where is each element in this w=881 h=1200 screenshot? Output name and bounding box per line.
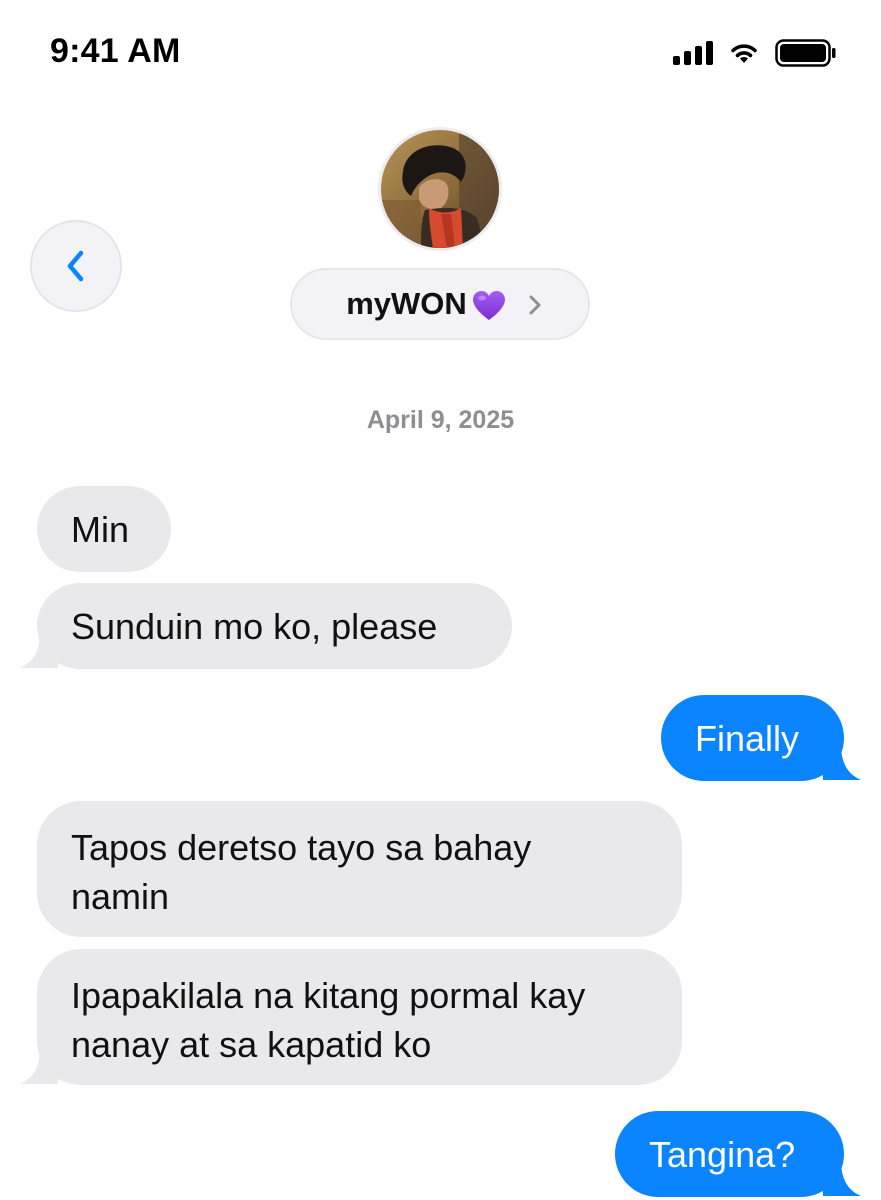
message-text-line: namin: [71, 876, 170, 917]
contact-name-button[interactable]: myWON: [290, 268, 590, 340]
date-separator: April 9, 2025: [366, 406, 515, 434]
message-text: Finally: [695, 717, 800, 759]
contact-avatar[interactable]: [378, 127, 502, 251]
avatar-photo: [381, 130, 499, 248]
message-text: Sunduin mo ko, please: [71, 605, 438, 647]
chevron-left-icon: [67, 250, 84, 282]
message-bubble-sent[interactable]: Tangina?: [615, 1111, 844, 1197]
cellular-signal-icon: [673, 41, 713, 65]
message-text-line: Ipapakilala na kitang pormal kay: [71, 975, 586, 1016]
message-text-line: nanay at sa kapatid ko: [71, 1024, 432, 1065]
status-time: 9:41 AM: [50, 32, 181, 70]
status-icons: [673, 38, 837, 68]
battery-icon: [775, 39, 836, 67]
message-bubble-received[interactable]: Tapos deretso tayo sa bahay namin: [37, 801, 682, 937]
message-text: Tangina?: [649, 1133, 796, 1175]
contact-name: myWON: [346, 286, 467, 321]
message-text: Min: [71, 508, 130, 550]
back-button[interactable]: [30, 220, 122, 312]
wifi-icon: [731, 44, 757, 63]
message-bubble-received[interactable]: Min: [37, 486, 171, 572]
message-text-line: Tapos deretso tayo sa bahay: [71, 827, 532, 868]
chevron-right-icon: [529, 295, 541, 315]
message-bubble-received[interactable]: Sunduin mo ko, please: [37, 583, 512, 669]
purple-heart-icon: [472, 291, 505, 320]
message-bubble-sent[interactable]: Finally: [661, 695, 844, 781]
message-bubble-received[interactable]: Ipapakilala na kitang pormal kay nanay a…: [37, 949, 682, 1085]
